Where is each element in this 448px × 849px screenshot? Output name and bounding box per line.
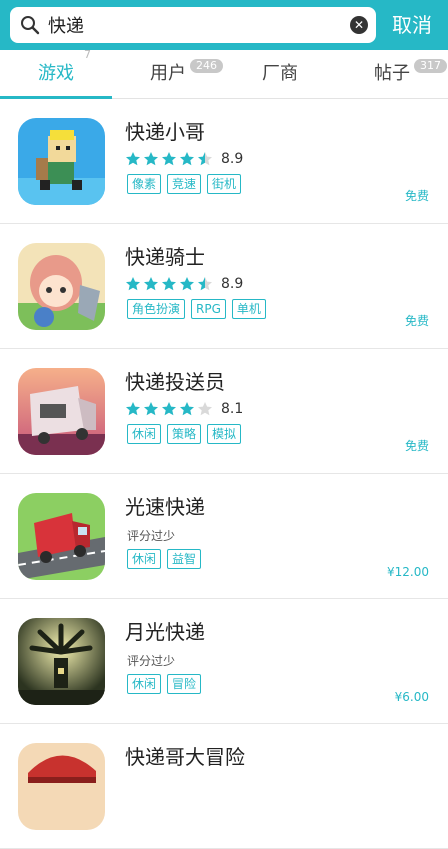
tag[interactable]: 休闲 bbox=[127, 424, 162, 444]
list-item[interactable]: 快递骑士 8.9 角色扮演 RPG 单机 免费 bbox=[0, 224, 448, 349]
price-label: 免费 bbox=[404, 189, 429, 203]
tag[interactable]: 竞速 bbox=[167, 174, 202, 194]
clear-icon[interactable]: ✕ bbox=[350, 16, 368, 34]
star-icon bbox=[198, 152, 212, 166]
search-box[interactable]: ✕ bbox=[10, 7, 376, 43]
tag-list: 角色扮演 RPG 单机 bbox=[127, 299, 272, 319]
rating-note: 评分过少 bbox=[127, 529, 176, 543]
tag-list: 休闲 冒险 bbox=[127, 674, 207, 694]
tab-label: 帖子 bbox=[374, 63, 410, 84]
star-rating: 8.1 bbox=[125, 400, 243, 418]
tag[interactable]: 单机 bbox=[231, 299, 266, 319]
tab-count-badge: 317 bbox=[414, 59, 447, 73]
star-rating: 8.9 bbox=[125, 275, 243, 293]
rating-score: 8.9 bbox=[221, 151, 244, 167]
list-item[interactable]: 快递投送员 8.1 休闲 策略 模拟 免费 bbox=[0, 349, 448, 474]
list-item[interactable]: 快递小哥 8.9 像素 竞速 街机 免费 bbox=[0, 99, 448, 224]
tab-label: 用户 bbox=[150, 63, 186, 84]
search-icon bbox=[21, 16, 40, 35]
tag-list: 像素 竞速 街机 bbox=[127, 174, 247, 194]
cancel-button[interactable]: 取消 bbox=[392, 12, 432, 38]
tag[interactable]: RPG bbox=[191, 299, 226, 319]
star-icon bbox=[144, 277, 158, 291]
search-input[interactable] bbox=[48, 7, 348, 43]
app-title: 快递哥大冒险 bbox=[125, 745, 245, 769]
search-header: ✕ 取消 bbox=[0, 0, 448, 50]
pixel-courier-icon bbox=[18, 118, 105, 205]
list-item[interactable]: 快递哥大冒险 bbox=[0, 724, 448, 849]
star-icon bbox=[144, 152, 158, 166]
tag[interactable]: 像素 bbox=[127, 174, 162, 194]
star-icon bbox=[162, 277, 176, 291]
tag[interactable]: 模拟 bbox=[207, 424, 242, 444]
tab-games[interactable]: 游戏 7 bbox=[0, 48, 112, 98]
rating-score: 8.1 bbox=[221, 401, 244, 417]
tab-label: 厂商 bbox=[262, 63, 298, 84]
result-tabs: 游戏 7 用户 246 厂商 帖子 317 bbox=[0, 48, 448, 99]
red-cap-icon bbox=[18, 743, 105, 830]
star-icon bbox=[198, 277, 212, 291]
red-truck-road-icon bbox=[18, 493, 105, 580]
star-icon bbox=[126, 277, 140, 291]
app-title: 月光快递 bbox=[125, 620, 205, 644]
app-title: 快递小哥 bbox=[125, 120, 205, 144]
price-label: 免费 bbox=[404, 439, 429, 453]
star-icon bbox=[162, 152, 176, 166]
rating-score: 8.9 bbox=[221, 276, 244, 292]
delivery-truck-dusk-icon bbox=[18, 368, 105, 455]
app-title: 快递投送员 bbox=[125, 370, 225, 394]
price-label: 免费 bbox=[404, 314, 429, 328]
rating-note: 评分过少 bbox=[127, 654, 176, 668]
tag[interactable]: 益智 bbox=[167, 549, 202, 569]
tab-users[interactable]: 用户 246 bbox=[112, 50, 224, 98]
tag[interactable]: 街机 bbox=[207, 174, 242, 194]
game-result-list: 快递小哥 8.9 像素 竞速 街机 免费 快递骑士 8.9 角色扮演 RPG 单… bbox=[0, 99, 448, 849]
list-item[interactable]: 月光快递 评分过少 休闲 冒险 ¥6.00 bbox=[0, 599, 448, 724]
star-icon bbox=[180, 277, 194, 291]
app-title: 快递骑士 bbox=[125, 245, 205, 269]
tag[interactable]: 冒险 bbox=[167, 674, 202, 694]
star-icon bbox=[144, 402, 158, 416]
tag[interactable]: 策略 bbox=[167, 424, 202, 444]
star-icon bbox=[198, 402, 212, 416]
star-icon bbox=[180, 152, 194, 166]
price-label: ¥12.00 bbox=[387, 565, 429, 579]
tag-list: 休闲 益智 bbox=[127, 549, 207, 569]
star-icon bbox=[126, 152, 140, 166]
tag[interactable]: 休闲 bbox=[127, 674, 162, 694]
tab-posts[interactable]: 帖子 317 bbox=[336, 50, 448, 98]
tab-label: 游戏 bbox=[38, 63, 74, 84]
tag-list: 休闲 策略 模拟 bbox=[127, 424, 247, 444]
tab-vendors[interactable]: 厂商 bbox=[224, 50, 336, 98]
star-icon bbox=[162, 402, 176, 416]
anime-knight-icon bbox=[18, 243, 105, 330]
tag[interactable]: 角色扮演 bbox=[127, 299, 186, 319]
tab-count-badge: 246 bbox=[190, 59, 223, 73]
tab-count-badge: 7 bbox=[84, 48, 91, 61]
list-item[interactable]: 光速快递 评分过少 休闲 益智 ¥12.00 bbox=[0, 474, 448, 599]
star-icon bbox=[126, 402, 140, 416]
star-icon bbox=[180, 402, 194, 416]
price-label: ¥6.00 bbox=[394, 690, 429, 704]
app-title: 光速快递 bbox=[125, 495, 205, 519]
tag[interactable]: 休闲 bbox=[127, 549, 162, 569]
star-rating: 8.9 bbox=[125, 150, 243, 168]
moon-windmill-icon bbox=[18, 618, 105, 705]
